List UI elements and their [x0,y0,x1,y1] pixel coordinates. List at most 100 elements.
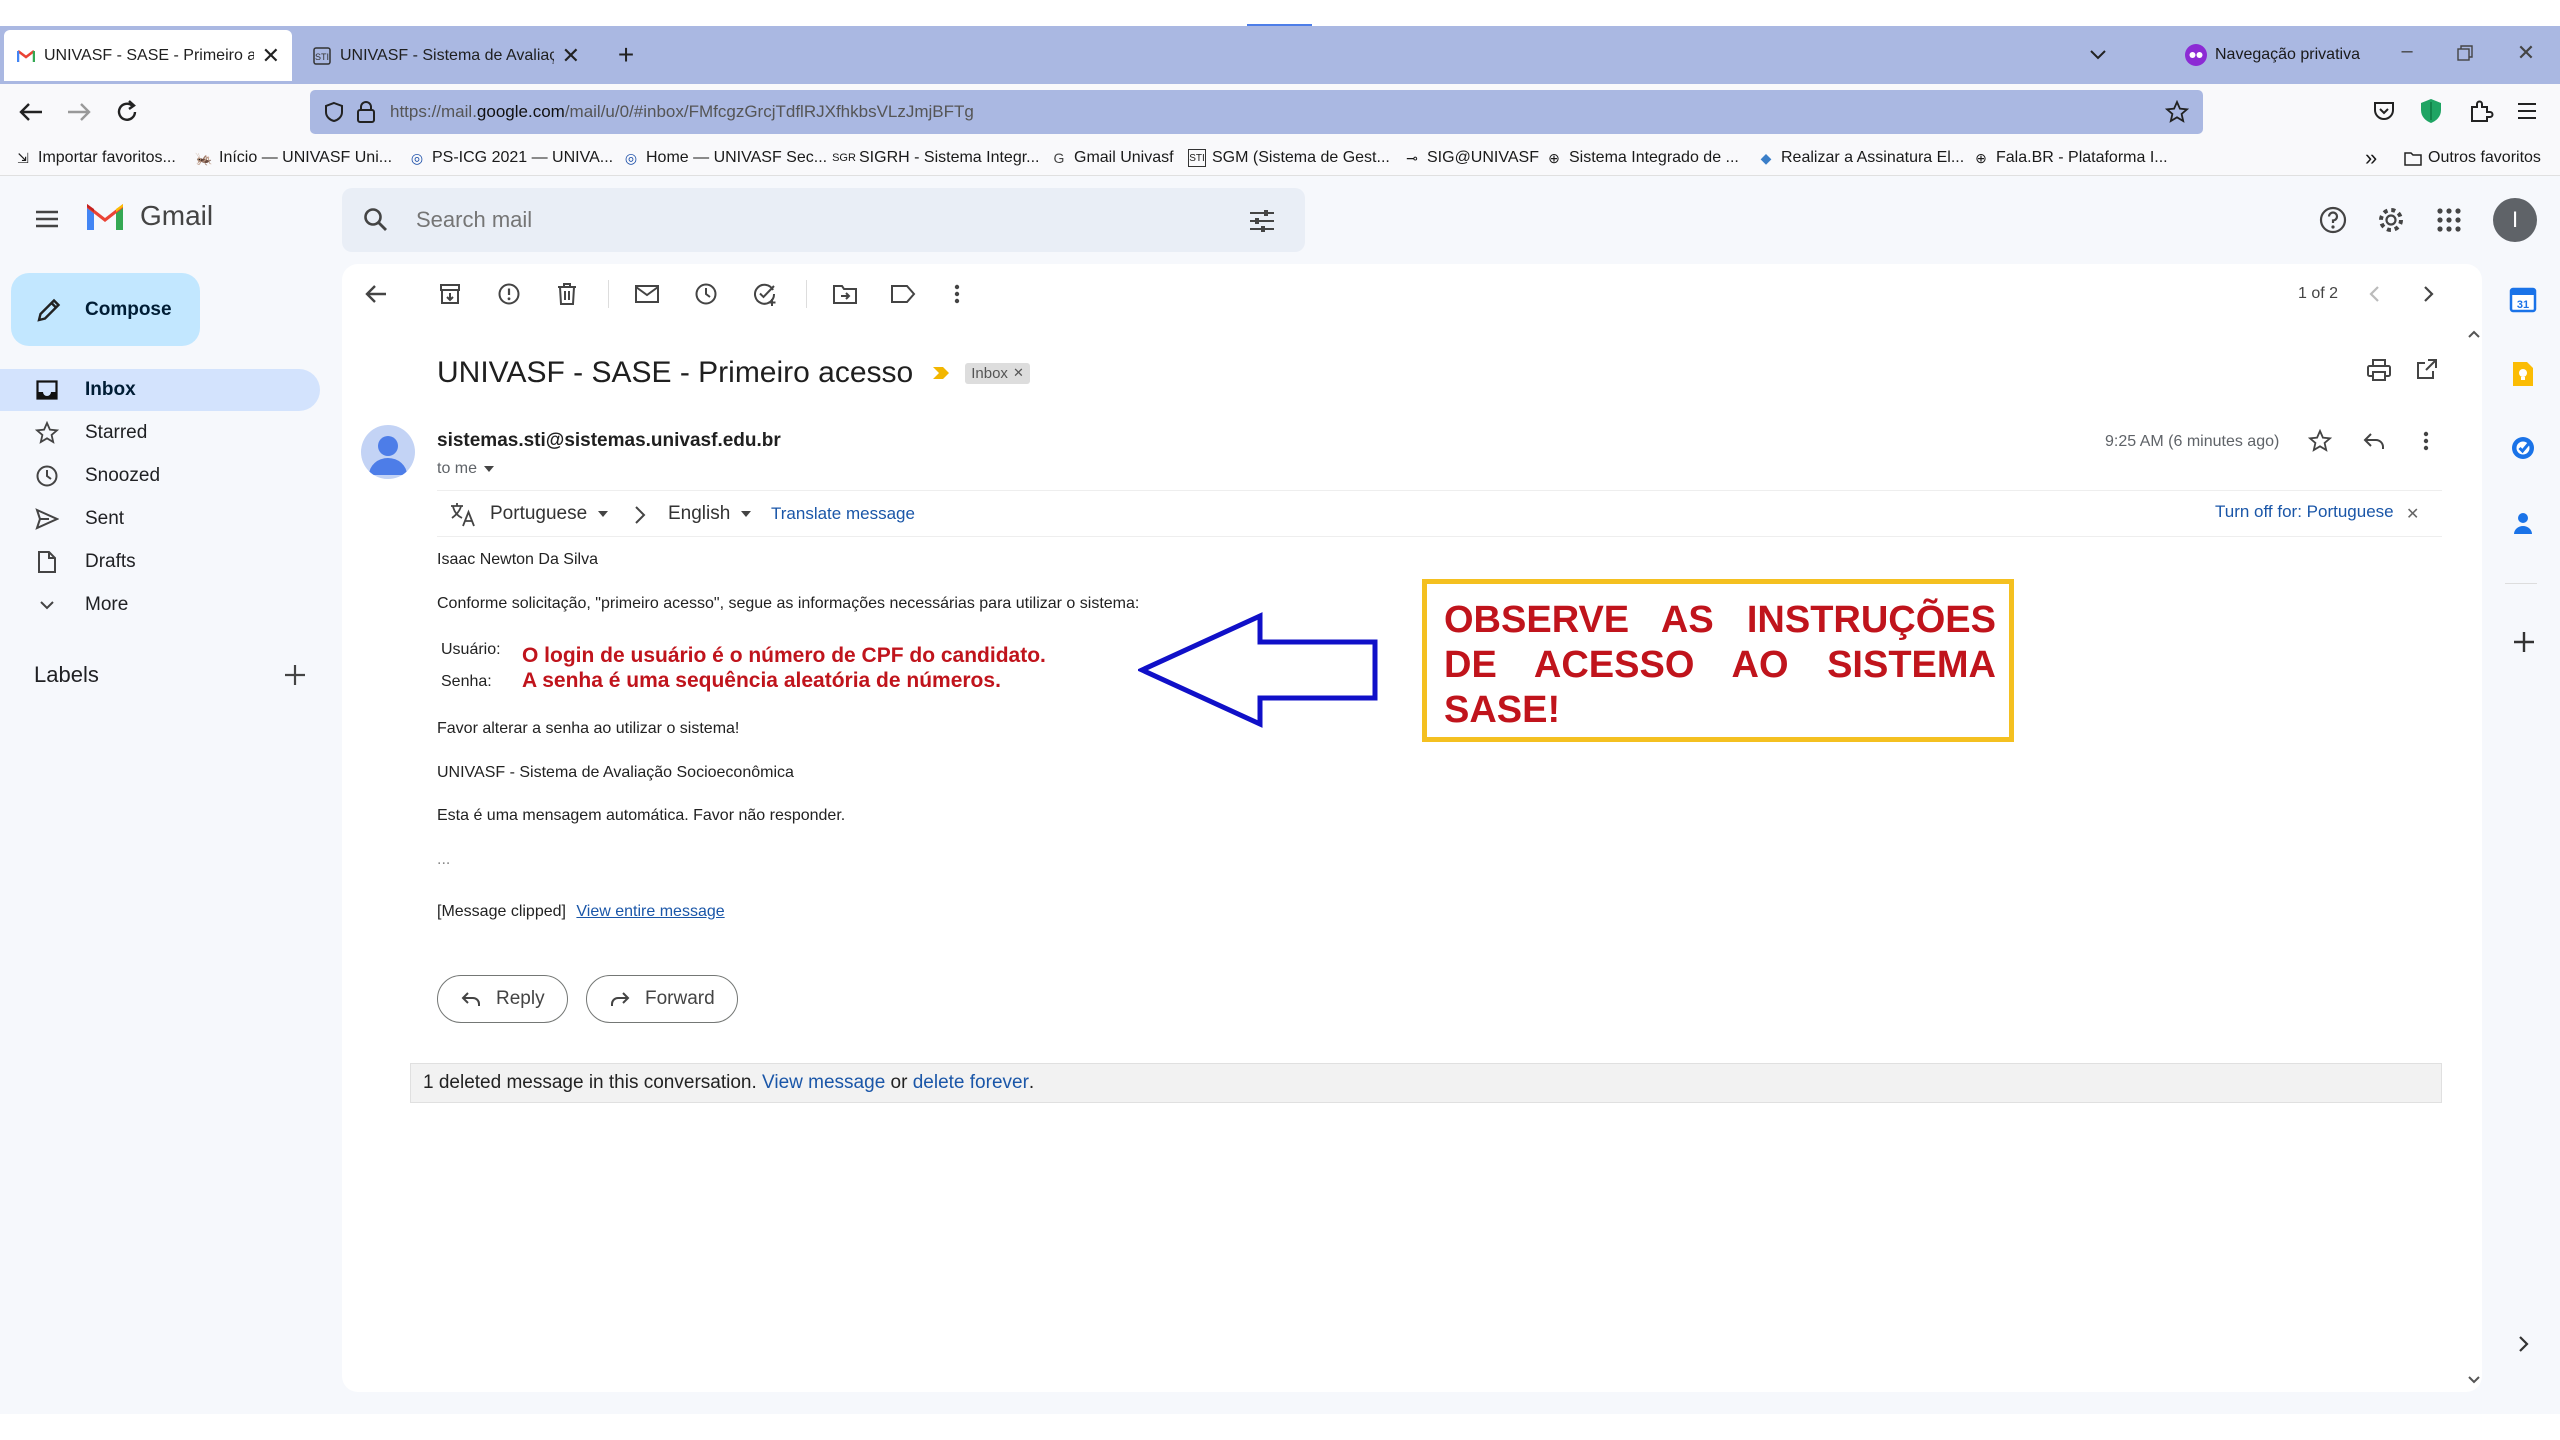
pagination-text: 1 of 2 [2298,285,2339,302]
show-side-panel-chevron-icon[interactable] [2513,1332,2533,1356]
print-icon[interactable] [2366,358,2392,382]
search-icon[interactable] [362,206,390,234]
older-chevron-right-icon[interactable] [2418,282,2438,306]
new-tab-button[interactable]: + [612,38,640,72]
move-to-folder-icon[interactable] [829,278,861,310]
account-avatar[interactable]: I [2493,198,2537,242]
tasks-app-icon[interactable] [2510,435,2536,461]
importance-marker-icon[interactable] [931,365,951,381]
bookmark-sig[interactable]: ⊸ SIG@UNIVASF [1403,143,1539,173]
snooze-clock-icon[interactable] [690,278,722,310]
bookmark-psicg[interactable]: ◎ PS-ICG 2021 — UNIVA... [408,143,613,173]
get-addons-plus-icon[interactable] [2511,629,2537,655]
bookmark-sgm[interactable]: STI SGM (Sistema de Gest... [1188,143,1390,173]
reload-icon[interactable] [112,97,142,127]
open-in-new-window-icon[interactable] [2415,357,2439,381]
search-bar[interactable] [342,188,1305,252]
tab-inactive[interactable]: STI UNIVASF - Sistema de Avaliação ✕ [300,30,592,81]
bookmarks-overflow-chevron-icon[interactable]: » [2365,143,2377,173]
close-window-button[interactable]: ✕ [2514,40,2538,68]
extensions-puzzle-icon[interactable] [2468,98,2494,124]
recipient-dropdown[interactable]: to me [437,460,495,478]
search-options-icon[interactable] [1248,208,1276,234]
bookmark-univasf[interactable]: 🦗 Início — UNIVASF Uni... [195,143,392,173]
sidebar-item-starred[interactable]: Starred [0,412,320,454]
bookmark-star-icon[interactable] [2165,100,2189,124]
apps-grid-icon[interactable] [2436,207,2462,233]
view-entire-message-link[interactable]: View entire message [576,903,724,920]
sidebar-item-sent[interactable]: Sent [0,498,320,540]
chevron-down-icon [34,592,60,618]
bookmark-import[interactable]: ⇲ Importar favoritos... [14,143,176,173]
bookmark-sigrh[interactable]: SGR SIGRH - Sistema Integr... [832,143,1039,173]
extension-shield-icon[interactable] [2420,98,2442,124]
bookmark-label: PS-ICG 2021 — UNIVA... [432,149,614,166]
bookmark-gmail[interactable]: G Gmail Univasf [1050,143,1174,173]
other-bookmarks[interactable]: Outros favoritos [2404,143,2541,173]
label-tag-icon[interactable] [887,278,919,310]
add-label-plus-icon[interactable] [282,662,308,688]
report-spam-icon[interactable] [493,278,525,310]
mark-unread-icon[interactable] [631,278,663,310]
minimize-button[interactable]: – [2395,40,2419,70]
back-arrow-icon[interactable] [16,98,46,126]
sidebar-item-snoozed[interactable]: Snoozed [0,455,320,497]
sidebar-item-label: More [85,594,129,615]
app-menu-icon[interactable] [2516,101,2538,121]
remove-label-icon[interactable]: ✕ [1013,365,1024,381]
bookmark-home[interactable]: ◎ Home — UNIVASF Sec... [622,143,827,173]
settings-gear-icon[interactable] [2376,205,2406,235]
body-ellipsis[interactable]: ... [437,851,450,869]
sender-avatar[interactable] [361,425,415,479]
sidebar-item-more[interactable]: More [0,584,320,626]
tracking-shield-icon[interactable] [324,101,344,123]
add-task-icon[interactable] [749,278,781,310]
close-translate-icon[interactable]: ✕ [2406,504,2419,524]
sender-email[interactable]: sistemas.sti@sistemas.univasf.edu.br [437,430,781,452]
delete-trash-icon[interactable] [551,278,583,310]
calendar-app-icon[interactable]: 31 [2509,285,2537,313]
scroll-down-chevron-icon[interactable] [2464,1373,2484,1387]
tab-close-icon[interactable]: ✕ [262,44,280,67]
bookmark-sistema-integrado[interactable]: ⊕ Sistema Integrado de ... [1545,143,1739,173]
reply-button[interactable]: Reply [437,975,568,1023]
scroll-up-chevron-icon[interactable] [2464,327,2484,341]
keep-app-icon[interactable] [2511,360,2535,388]
forward-button[interactable]: Forward [586,975,738,1023]
newer-chevron-left-icon[interactable] [2365,282,2385,306]
bookmark-assinatura[interactable]: ◆ Realizar a Assinatura El... [1757,143,1965,173]
view-deleted-message-link[interactable]: View message [762,1072,885,1094]
inbox-icon [34,377,60,403]
message-more-vert-icon[interactable] [2422,430,2430,452]
tab-close-icon[interactable]: ✕ [562,44,580,67]
archive-icon[interactable] [434,278,466,310]
sidebar-item-inbox[interactable]: Inbox [0,369,320,411]
turn-off-translate-link[interactable]: Turn off for: Portuguese [2215,502,2394,522]
restore-button[interactable] [2456,44,2474,62]
tab-list-chevron-icon[interactable] [2085,42,2111,68]
annotation-arrow [1138,612,1380,728]
help-icon[interactable] [2318,205,2348,235]
source-language-select[interactable]: Portuguese [490,503,609,525]
star-message-icon[interactable] [2308,429,2332,453]
gmail-logo[interactable]: Gmail [84,199,213,233]
forward-arrow-icon[interactable] [64,98,94,126]
sidebar-item-drafts[interactable]: Drafts [0,541,320,583]
target-language-select[interactable]: English [668,503,752,525]
tab-active[interactable]: UNIVASF - SASE - Primeiro aces ✕ [4,30,292,81]
password-field-label: Senha: [441,673,492,690]
reply-icon[interactable] [2362,430,2386,452]
contacts-app-icon[interactable] [2511,510,2535,536]
compose-button[interactable]: Compose [11,273,200,346]
delete-forever-link[interactable]: delete forever [913,1072,1029,1094]
translate-message-link[interactable]: Translate message [771,504,915,524]
url-bar[interactable]: https://mail.google.com/mail/u/0/#inbox/… [310,90,2203,134]
inbox-label-chip[interactable]: Inbox ✕ [965,362,1030,384]
main-menu-icon[interactable] [33,205,61,233]
pocket-icon[interactable] [2372,99,2396,123]
lock-icon[interactable] [356,100,376,124]
search-input[interactable] [416,202,1196,238]
more-vert-icon[interactable] [941,278,973,310]
bookmark-falabr[interactable]: ⊕ Fala.BR - Plataforma I... [1972,143,2167,173]
back-to-inbox-icon[interactable] [360,278,392,310]
